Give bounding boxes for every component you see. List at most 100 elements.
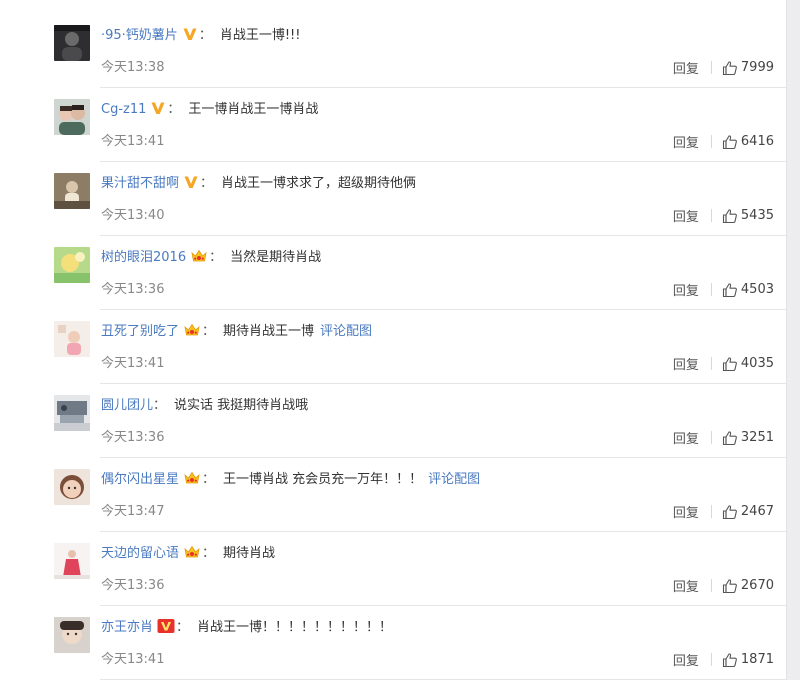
colon: ： (202, 324, 216, 339)
action-divider (710, 283, 712, 296)
like-count: 2670 (740, 578, 774, 593)
avatar[interactable] (54, 321, 90, 357)
like-count: 5435 (740, 208, 774, 223)
reply-button[interactable]: 回复 (673, 206, 699, 225)
like-button[interactable]: 2467 (722, 504, 774, 520)
colon: ： (209, 250, 223, 265)
v-badge-icon (182, 26, 198, 49)
timestamp: 今天13:40 (101, 208, 165, 223)
avatar[interactable] (54, 99, 90, 135)
comment-image-link[interactable]: 评论配图 (428, 472, 480, 487)
thumbs-up-icon (722, 60, 737, 75)
timestamp: 今天13:38 (101, 60, 165, 75)
comment-actions: 回复 2670 (673, 576, 774, 595)
avatar[interactable] (54, 173, 90, 209)
comment-text: 说实话 我挺期待肖战哦 (174, 398, 309, 413)
comment-line: 丑死了别吃了 ： 期待肖战王一博 评论配图 (101, 322, 372, 345)
like-button[interactable]: 1871 (722, 652, 774, 668)
reply-button[interactable]: 回复 (673, 650, 699, 669)
like-button[interactable]: 2670 (722, 578, 774, 594)
scrollbar[interactable] (786, 0, 800, 680)
colon: ： (200, 176, 214, 191)
comment-line: 偶尔闪出星星 ： 王一博肖战 充会员充一万年！！！ 评论配图 (101, 470, 480, 493)
colon: ： (198, 28, 212, 43)
timestamp: 今天13:36 (101, 282, 165, 297)
username-link[interactable]: 亦王亦肖 (101, 620, 153, 635)
comment-item: 天边的留心语 ： 期待肖战 今天13:36 回复 2670 (0, 532, 786, 606)
comment-item: 丑死了别吃了 ： 期待肖战王一博 评论配图 今天13:41 回复 4035 (0, 310, 786, 384)
avatar[interactable] (54, 247, 90, 283)
like-button[interactable]: 4503 (722, 282, 774, 298)
like-count: 7999 (740, 60, 774, 75)
timestamp: 今天13:41 (101, 356, 165, 371)
comment-line: 树的眼泪2016 ： 当然是期待肖战 (101, 248, 321, 271)
username-link[interactable]: 天边的留心语 (101, 546, 179, 561)
comment-image-link[interactable]: 评论配图 (320, 324, 372, 339)
comment-line: Cg-z11 ： 王一博肖战王一博肖战 (101, 100, 318, 123)
like-button[interactable]: 4035 (722, 356, 774, 372)
like-button[interactable]: 6416 (722, 134, 774, 150)
action-divider (710, 209, 712, 222)
username-link[interactable]: Cg-z11 (101, 102, 146, 117)
comment-panel: ·95·钙奶薯片 ： 肖战王一博!!! 今天13:38 回复 7999 Cg-z11… (0, 0, 786, 680)
comment-item: 树的眼泪2016 ： 当然是期待肖战 今天13:36 回复 4503 (0, 236, 786, 310)
username-link[interactable]: 丑死了别吃了 (101, 324, 179, 339)
thumbs-up-icon (722, 356, 737, 371)
thumbs-up-icon (722, 208, 737, 223)
comment-line: ·95·钙奶薯片 ： 肖战王一博!!! (101, 26, 300, 49)
comment-text: 期待肖战王一博 (223, 324, 315, 339)
avatar[interactable] (54, 543, 90, 579)
timestamp: 今天13:41 (101, 652, 165, 667)
like-count: 4503 (740, 282, 774, 297)
comment-actions: 回复 7999 (673, 58, 774, 77)
comment-actions: 回复 3251 (673, 428, 774, 447)
username-link[interactable]: 偶尔闪出星星 (101, 472, 179, 487)
comment-actions: 回复 4503 (673, 280, 774, 299)
avatar[interactable] (54, 469, 90, 505)
like-button[interactable]: 5435 (722, 208, 774, 224)
crown-badge-icon (183, 470, 201, 493)
avatar[interactable] (54, 395, 90, 431)
comment-item: 果汁甜不甜啊 ： 肖战王一博求求了，超级期待他俩 今天13:40 回复 5435 (0, 162, 786, 236)
comment-item: 亦王亦肖 ： 肖战王一博！！！！！！！！！！ 今天13:41 回复 1871 (0, 606, 786, 680)
reply-button[interactable]: 回复 (673, 280, 699, 299)
action-divider (710, 505, 712, 518)
like-count: 3251 (740, 430, 774, 445)
action-divider (710, 61, 712, 74)
like-button[interactable]: 3251 (722, 430, 774, 446)
comment-actions: 回复 5435 (673, 206, 774, 225)
like-count: 6416 (740, 134, 774, 149)
avatar[interactable] (54, 617, 90, 653)
crown-badge-icon (190, 248, 208, 271)
avatar[interactable] (54, 25, 90, 61)
action-divider (710, 653, 712, 666)
colon: ： (153, 398, 167, 413)
comment-actions: 回复 2467 (673, 502, 774, 521)
action-divider (710, 357, 712, 370)
v-badge-icon (183, 174, 199, 197)
comment-line: 圆儿团儿： 说实话 我挺期待肖战哦 (101, 396, 308, 416)
reply-button[interactable]: 回复 (673, 354, 699, 373)
like-button[interactable]: 7999 (722, 60, 774, 76)
thumbs-up-icon (722, 430, 737, 445)
reply-button[interactable]: 回复 (673, 58, 699, 77)
colon: ： (202, 546, 216, 561)
comment-actions: 回复 1871 (673, 650, 774, 669)
comment-text: 期待肖战 (223, 546, 276, 561)
reply-button[interactable]: 回复 (673, 576, 699, 595)
reply-button[interactable]: 回复 (673, 132, 699, 151)
username-link[interactable]: 树的眼泪2016 (101, 250, 186, 265)
v-badge-icon (150, 100, 166, 123)
username-link[interactable]: ·95·钙奶薯片 (101, 28, 178, 43)
thumbs-up-icon (722, 504, 737, 519)
reply-button[interactable]: 回复 (673, 502, 699, 521)
timestamp: 今天13:36 (101, 430, 165, 445)
comment-item: 偶尔闪出星星 ： 王一博肖战 充会员充一万年！！！ 评论配图 今天13:47 回复 2… (0, 458, 786, 532)
timestamp: 今天13:47 (101, 504, 165, 519)
comment-text: 肖战王一博!!! (219, 28, 301, 43)
timestamp: 今天13:36 (101, 578, 165, 593)
reply-button[interactable]: 回复 (673, 428, 699, 447)
username-link[interactable]: 果汁甜不甜啊 (101, 176, 179, 191)
username-link[interactable]: 圆儿团儿 (101, 398, 153, 413)
comment-line: 亦王亦肖 ： 肖战王一博！！！！！！！！！！ (101, 618, 392, 641)
